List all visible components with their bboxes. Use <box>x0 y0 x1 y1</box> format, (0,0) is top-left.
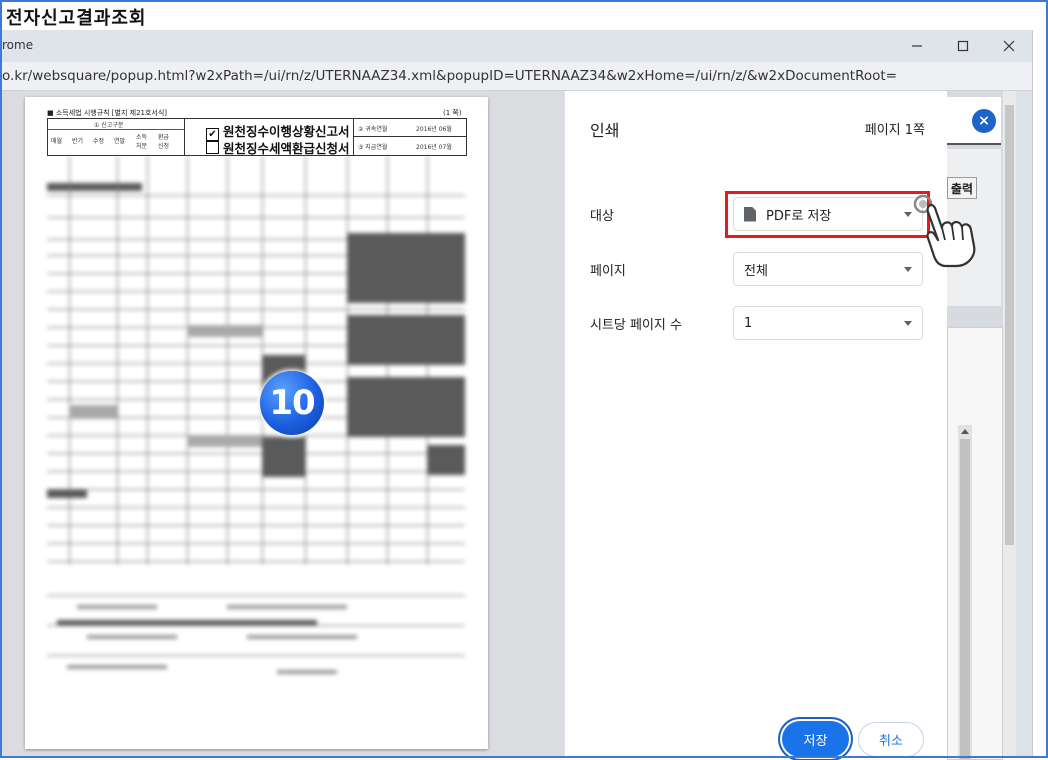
form-note: ■ 소득세법 시행규칙 [별지 제21호서식] <box>47 109 168 117</box>
scroll-up-icon <box>961 429 969 434</box>
cell-yearend: 연말 <box>114 138 126 145</box>
print-settings-panel: 인쇄 페이지 1쪽 대상 PDF로 저장 페이지 전체 시트당 페이지 수 1 … <box>565 91 947 758</box>
close-circle-icon[interactable]: × <box>972 109 996 133</box>
save-button[interactable]: 저장 <box>782 721 849 757</box>
belong-value: 2016년 06월 <box>416 126 452 133</box>
print-title: 인쇄 <box>590 121 620 140</box>
background-header: × <box>947 97 1001 145</box>
inner-scrollbar[interactable] <box>958 425 972 759</box>
report-type-header: ① 신고구분 <box>48 119 184 130</box>
maximize-button[interactable] <box>940 32 986 60</box>
pay-label: ③ 지급연월 <box>358 144 388 151</box>
address-url: o.kr/websquare/popup.html?w2xPath=/ui/rn… <box>2 68 897 84</box>
checkbox-empty-icon <box>206 141 219 154</box>
close-window-button[interactable] <box>986 32 1032 60</box>
destination-select[interactable]: PDF로 저장 <box>733 197 923 231</box>
step-number-badge: 10 <box>260 371 324 435</box>
pay-value: 2016년 07월 <box>416 144 452 151</box>
minimize-button[interactable] <box>894 32 940 60</box>
pointer-hand-icon <box>913 194 976 268</box>
address-bar[interactable]: o.kr/websquare/popup.html?w2xPath=/ui/rn… <box>0 62 1032 91</box>
cell-income-disposal: 소득 처분 <box>136 134 148 150</box>
preview-page: ■ 소득세법 시행규칙 [별지 제21호서식] (1 쪽) ① 신고구분 매월 … <box>25 97 488 749</box>
background-content <box>947 327 1003 760</box>
cancel-button[interactable]: 취소 <box>858 722 924 757</box>
blurred-form-body <box>47 155 465 685</box>
minimize-icon <box>912 45 922 47</box>
page-scrollbar[interactable] <box>1003 91 1016 758</box>
form-header-box: ① 신고구분 매월 반기 수정 연말 소득 처분 환급 신청 ✔ 원천징수이행상황… <box>47 118 467 156</box>
document-icon <box>744 206 756 222</box>
window-titlebar: rome <box>0 30 1032 62</box>
window-title: rome <box>2 38 34 52</box>
page-count: 페이지 1쪽 <box>864 123 925 138</box>
divider <box>353 136 466 137</box>
form-page-number: (1 쪽) <box>443 109 462 117</box>
cell-half: 반기 <box>72 138 84 145</box>
pages-label: 페이지 <box>590 264 626 279</box>
pages-value: 전체 <box>744 263 768 279</box>
chrome-popup-window: rome o.kr/websquare/popup.html?w2xPath=/… <box>0 30 1033 760</box>
dropdown-arrow-icon <box>904 321 912 326</box>
per-sheet-select[interactable]: 1 <box>733 306 923 340</box>
print-preview-area: ■ 소득세법 시행규칙 [별지 제21호서식] (1 쪽) ① 신고구분 매월 … <box>0 91 564 758</box>
belong-label: ② 귀속연월 <box>358 126 388 133</box>
per-sheet-value: 1 <box>744 315 753 331</box>
destination-label: 대상 <box>590 209 614 224</box>
pages-select[interactable]: 전체 <box>733 252 923 286</box>
cell-monthly: 매월 <box>51 138 63 145</box>
cell-refund-apply: 환급 신청 <box>158 134 170 150</box>
report-type-label: ① 신고구분 <box>94 122 124 129</box>
divider <box>353 119 354 155</box>
maximize-icon <box>957 40 969 52</box>
page-scroll-thumb[interactable] <box>1005 105 1014 545</box>
per-sheet-label: 시트당 페이지 수 <box>590 318 682 333</box>
cell-amend: 수정 <box>93 138 105 145</box>
close-icon <box>1003 40 1015 52</box>
inner-scroll-thumb[interactable] <box>960 439 970 759</box>
divider <box>184 119 185 155</box>
page-heading: 전자신고결과조회 <box>6 8 147 29</box>
destination-value: PDF로 저장 <box>766 208 832 224</box>
